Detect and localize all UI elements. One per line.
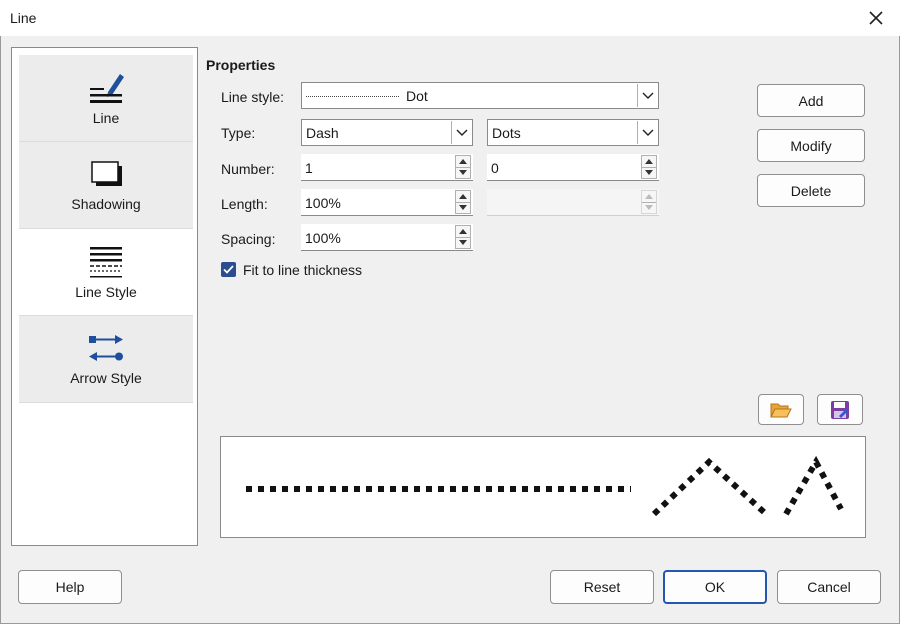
tab-line-style-label: Line Style: [75, 284, 137, 300]
spacing-value: 100%: [305, 230, 341, 246]
tab-line-style[interactable]: Line Style: [19, 229, 193, 316]
spin-arrows[interactable]: [455, 155, 471, 179]
line-style-icon: [90, 247, 122, 278]
tab-line[interactable]: Line: [19, 55, 193, 142]
spin-up-icon[interactable]: [456, 226, 470, 237]
tab-arrow-style[interactable]: Arrow Style: [19, 316, 193, 403]
line-style-value: Dot: [406, 88, 428, 104]
spin-down-icon[interactable]: [642, 166, 656, 179]
tab-line-label: Line: [92, 110, 120, 126]
modify-button[interactable]: Modify: [757, 129, 865, 162]
spin-up-icon[interactable]: [456, 156, 470, 167]
tab-shadowing[interactable]: Shadowing: [19, 142, 193, 229]
tab-arrow-style-label: Arrow Style: [70, 370, 142, 386]
length-value-1: 100%: [305, 195, 341, 211]
tab-shadowing-label: Shadowing: [71, 196, 141, 212]
number-stepper-2[interactable]: 0: [487, 154, 659, 181]
folder-open-icon: [770, 403, 792, 417]
spin-down-icon[interactable]: [456, 201, 470, 214]
spin-arrows[interactable]: [641, 155, 657, 179]
preview-drawing: [246, 455, 844, 517]
save-icon: [831, 400, 849, 419]
spin-arrows[interactable]: [455, 225, 471, 249]
help-button[interactable]: Help: [18, 570, 122, 604]
spin-down-icon: [642, 201, 656, 214]
spin-arrows[interactable]: [455, 190, 471, 214]
spin-up-icon[interactable]: [642, 156, 656, 167]
line-style-label: Line style:: [221, 89, 285, 105]
number-stepper-1[interactable]: 1: [301, 154, 473, 181]
ok-button[interactable]: OK: [663, 570, 767, 604]
reset-button[interactable]: Reset: [550, 570, 654, 604]
cancel-button[interactable]: Cancel: [777, 570, 881, 604]
dotted-line-sample: [306, 96, 400, 97]
title-bar: Line: [0, 0, 900, 36]
spin-down-icon[interactable]: [456, 236, 470, 249]
spacing-stepper[interactable]: 100%: [301, 224, 473, 251]
number-label: Number:: [221, 161, 275, 177]
type-select-1[interactable]: Dash: [301, 119, 473, 146]
dialog-body: Line Shadowing Line Style Arrow Style Pr…: [0, 36, 900, 624]
spin-up-icon[interactable]: [456, 191, 470, 202]
line-preview: [220, 436, 866, 538]
window-title: Line: [10, 10, 37, 26]
load-button[interactable]: [758, 394, 804, 425]
line-pencil-icon: [90, 74, 124, 103]
number-value-1: 1: [305, 160, 313, 176]
spin-up-icon: [642, 191, 656, 202]
length-label: Length:: [221, 196, 268, 212]
length-stepper-1[interactable]: 100%: [301, 189, 473, 216]
line-style-select[interactable]: Dot: [301, 82, 659, 109]
number-value-2: 0: [491, 160, 499, 176]
type-value-2: Dots: [492, 125, 521, 141]
properties-title: Properties: [206, 57, 276, 73]
tab-list: Line Shadowing Line Style Arrow Style: [11, 47, 198, 546]
type-label: Type:: [221, 125, 256, 141]
save-style-button[interactable]: [817, 394, 863, 425]
spacing-label: Spacing:: [221, 231, 276, 247]
spin-arrows: [641, 190, 657, 214]
close-icon[interactable]: [862, 4, 890, 32]
spin-down-icon[interactable]: [456, 166, 470, 179]
chevron-down-icon[interactable]: [637, 84, 657, 107]
type-select-2[interactable]: Dots: [487, 119, 659, 146]
fit-label[interactable]: Fit to line thickness: [243, 262, 362, 278]
arrow-style-icon: [89, 335, 123, 361]
fit-checkbox[interactable]: [221, 262, 236, 277]
type-value-1: Dash: [306, 125, 339, 141]
length-stepper-2: [487, 189, 659, 216]
delete-button[interactable]: Delete: [757, 174, 865, 207]
shadow-box-icon: [91, 161, 122, 186]
chevron-down-icon[interactable]: [637, 121, 657, 144]
add-button[interactable]: Add: [757, 84, 865, 117]
chevron-down-icon[interactable]: [451, 121, 471, 144]
